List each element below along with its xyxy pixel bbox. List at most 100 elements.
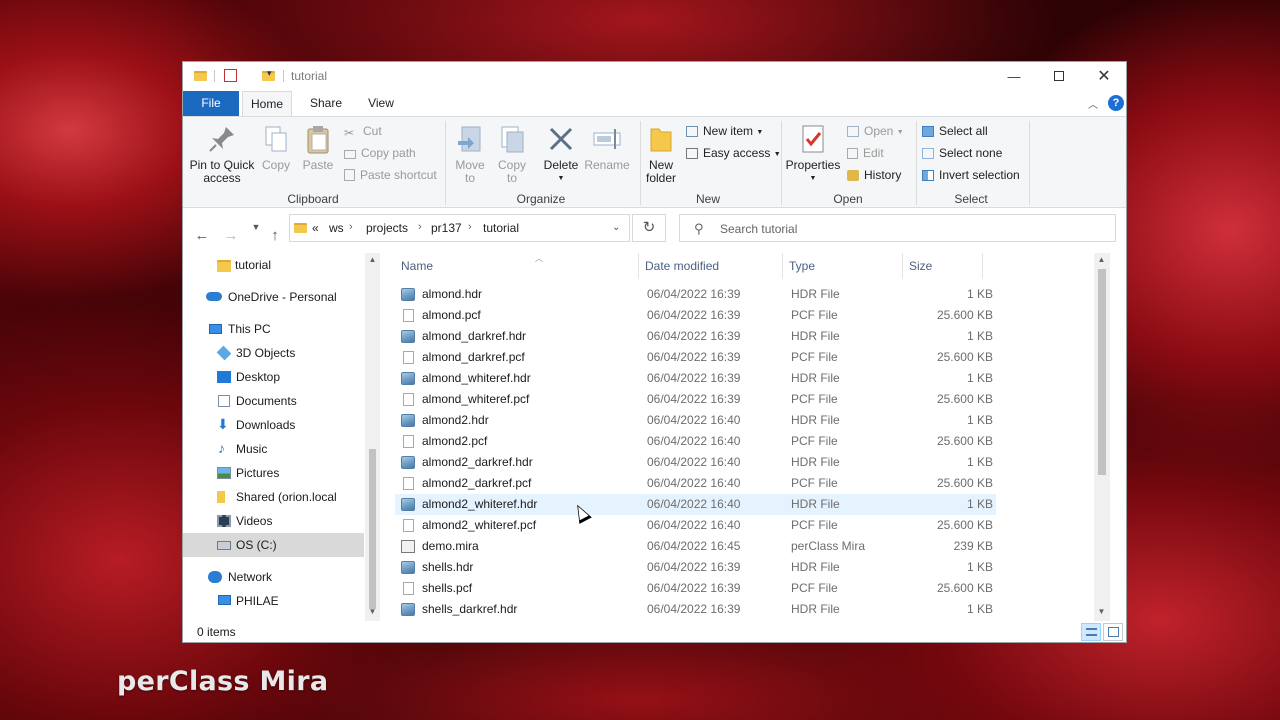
collapse-ribbon-icon[interactable]: ︿ xyxy=(1088,96,1098,111)
file-row[interactable]: shells.pcf 06/04/2022 16:39 PCF File 25.600… xyxy=(395,578,996,599)
scroll-up-arrow-icon[interactable]: ▲ xyxy=(1094,255,1109,264)
file-size: 1 KB xyxy=(966,329,993,343)
network-icon xyxy=(208,571,222,583)
invert-selection-button[interactable]: Invert selection xyxy=(922,165,1020,185)
nav-scrollbar[interactable]: ▲ ▼ xyxy=(365,253,380,621)
breadcrumb-pr137[interactable]: pr137 xyxy=(431,221,462,235)
file-row[interactable]: almond.hdr 06/04/2022 16:39 HDR File 1 KB xyxy=(395,284,996,305)
cut-button[interactable]: ✂ Cut xyxy=(344,121,382,141)
nav-item-videos[interactable]: Videos xyxy=(183,509,364,533)
up-button[interactable]: ↑ xyxy=(265,227,285,244)
recent-locations-button[interactable]: ▼ xyxy=(246,222,266,232)
file-row[interactable]: shells_darkref.hdr 06/04/2022 16:39 HDR Fi… xyxy=(395,599,996,620)
breadcrumb-projects[interactable]: projects xyxy=(366,221,408,235)
breadcrumb-chevron-icon[interactable]: › xyxy=(468,221,472,233)
nav-item-pictures[interactable]: Pictures xyxy=(183,461,364,485)
new-folder-button[interactable]: New folder xyxy=(642,121,680,185)
copy-to-button[interactable]: Copy to xyxy=(495,121,529,185)
file-row[interactable]: almond_darkref.pcf 06/04/2022 16:39 PCF Fi… xyxy=(395,347,996,368)
large-icons-view-button[interactable] xyxy=(1103,623,1123,641)
column-header-type[interactable]: Type xyxy=(783,253,901,279)
nav-item-network[interactable]: Network xyxy=(183,565,364,589)
pin-quick-access-button[interactable]: Pin to Quick access xyxy=(187,121,257,185)
back-arrow-icon: ← xyxy=(194,227,210,244)
customize-quick-access-icon[interactable]: ▾ xyxy=(267,68,272,82)
nav-item-music[interactable]: ♪ Music xyxy=(183,437,364,461)
file-row[interactable]: almond2.hdr 06/04/2022 16:40 HDR File 1 KB xyxy=(395,410,996,431)
address-dropdown-icon[interactable]: ⌄ xyxy=(612,222,620,233)
file-name: almond2_whiteref.hdr xyxy=(422,497,538,511)
search-input[interactable]: ⚲ Search tutorial xyxy=(679,214,1116,242)
back-button[interactable]: ← xyxy=(192,227,212,244)
file-row[interactable]: almond2_whiteref.pcf 06/04/2022 16:40 PCF … xyxy=(395,515,996,536)
refresh-button[interactable]: ↻ xyxy=(632,214,666,242)
file-row[interactable]: almond_whiteref.pcf 06/04/2022 16:39 PCF F… xyxy=(395,389,996,410)
file-row[interactable]: almond_darkref.hdr 06/04/2022 16:39 HDR Fi… xyxy=(395,326,996,347)
details-view-button[interactable] xyxy=(1081,623,1101,641)
file-row[interactable]: almond2_darkref.pcf 06/04/2022 16:40 PCF F… xyxy=(395,473,996,494)
copy-button[interactable]: Copy xyxy=(259,121,293,172)
file-row[interactable]: almond_whiteref.hdr 06/04/2022 16:39 HDR F… xyxy=(395,368,996,389)
breadcrumb-tutorial[interactable]: tutorial xyxy=(483,221,519,235)
rename-button[interactable]: Rename xyxy=(583,121,631,172)
hdr-file-icon xyxy=(401,330,415,343)
maximize-button[interactable] xyxy=(1036,62,1082,90)
nav-scrollbar-thumb[interactable] xyxy=(369,449,376,609)
minimize-button[interactable]: — xyxy=(991,62,1037,90)
tab-share[interactable]: Share xyxy=(303,91,349,116)
nav-item-shared[interactable]: Shared (orion.local xyxy=(183,485,364,509)
file-list-scrollbar[interactable]: ▲ ▼ xyxy=(1094,253,1110,621)
nav-item-documents[interactable]: Documents xyxy=(183,389,364,413)
nav-item-philae[interactable]: PHILAE xyxy=(183,589,364,613)
history-button[interactable]: History xyxy=(847,165,901,185)
scroll-up-arrow-icon[interactable]: ▲ xyxy=(365,255,380,264)
close-button[interactable]: ✕ xyxy=(1081,62,1126,90)
select-none-button[interactable]: Select none xyxy=(922,143,1002,163)
easy-access-button[interactable]: Easy access ▼ xyxy=(686,143,781,163)
forward-button[interactable]: → xyxy=(221,227,241,244)
file-row[interactable]: almond2_darkref.hdr 06/04/2022 16:40 HDR F… xyxy=(395,452,996,473)
properties-quick-icon[interactable] xyxy=(224,69,237,82)
breadcrumb-chevron-icon[interactable]: › xyxy=(349,221,353,233)
column-header-date[interactable]: Date modified xyxy=(639,253,781,279)
address-bar[interactable]: « ws › projects › pr137 › tutorial ⌄ xyxy=(289,214,630,242)
perclass-mira-watermark: perClass Mira xyxy=(117,666,329,697)
column-name-label: Name xyxy=(401,259,434,273)
tab-home[interactable]: Home xyxy=(242,91,292,116)
tab-view[interactable]: View xyxy=(359,91,403,116)
file-row[interactable]: demo.mira 06/04/2022 16:45 perClass Mira 23… xyxy=(395,536,996,557)
breadcrumb-ws[interactable]: ws xyxy=(329,221,344,235)
file-row[interactable]: almond.pcf 06/04/2022 16:39 PCF File 25.600… xyxy=(395,305,996,326)
scroll-down-arrow-icon[interactable]: ▼ xyxy=(365,607,380,616)
file-row[interactable]: shells.hdr 06/04/2022 16:39 HDR File 1 KB xyxy=(395,557,996,578)
tab-file[interactable]: File xyxy=(183,91,239,116)
copy-path-button[interactable]: Copy path xyxy=(344,143,416,163)
file-row[interactable]: almond2_whiteref.hdr 06/04/2022 16:40 HDR … xyxy=(395,494,996,515)
scroll-down-arrow-icon[interactable]: ▼ xyxy=(1094,607,1109,616)
move-to-button[interactable]: Move to xyxy=(453,121,487,185)
paste-button[interactable]: Paste xyxy=(300,121,336,172)
column-header-name[interactable]: Name ︿ xyxy=(395,253,637,279)
nav-item-onedrive[interactable]: OneDrive - Personal xyxy=(183,285,364,309)
paste-shortcut-button[interactable]: Paste shortcut xyxy=(344,165,437,185)
breadcrumb-overflow[interactable]: « xyxy=(312,221,319,235)
delete-button[interactable]: Delete ▼ xyxy=(541,121,581,185)
nav-item-3d-objects[interactable]: 3D Objects xyxy=(183,341,364,365)
new-item-button[interactable]: New item ▼ xyxy=(686,121,763,141)
file-list-scrollbar-thumb[interactable] xyxy=(1098,269,1106,475)
open-button[interactable]: Open ▼ xyxy=(847,121,904,141)
select-all-button[interactable]: Select all xyxy=(922,121,988,141)
nav-item-os-c[interactable]: OS (C:) xyxy=(183,533,364,557)
file-row[interactable]: almond2.pcf 06/04/2022 16:40 PCF File 25.60… xyxy=(395,431,996,452)
properties-button[interactable]: Properties ▼ xyxy=(785,121,841,185)
column-header-size[interactable]: Size xyxy=(903,253,981,279)
breadcrumb-chevron-icon[interactable]: › xyxy=(418,221,422,233)
column-separator[interactable] xyxy=(982,253,983,279)
nav-item-downloads[interactable]: ⬇ Downloads xyxy=(183,413,364,437)
nav-item-this-pc[interactable]: This PC xyxy=(183,317,364,341)
nav-item-desktop[interactable]: Desktop xyxy=(183,365,364,389)
nav-item-tutorial[interactable]: tutorial xyxy=(183,253,364,277)
move-to-label: Move to xyxy=(455,158,485,185)
help-icon[interactable]: ? xyxy=(1108,95,1124,111)
edit-button[interactable]: Edit xyxy=(847,143,884,163)
